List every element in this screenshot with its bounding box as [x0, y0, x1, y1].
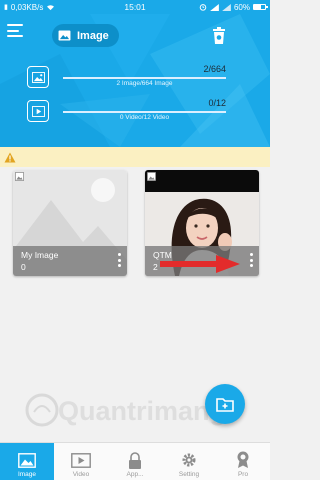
award-icon [237, 451, 249, 468]
image-icon [58, 30, 71, 41]
video-stats-row: 0/12 0 Video/12 Video [25, 98, 255, 126]
video-progress-bar [63, 111, 226, 113]
album-count: 0 [21, 262, 26, 272]
battery-fill [254, 5, 261, 9]
trash-icon[interactable] [212, 27, 226, 44]
album-name: My Image [21, 250, 59, 260]
nav-item-app[interactable]: App... [108, 443, 162, 480]
image-caption: 2 Image/664 Image [116, 80, 173, 87]
battery-icon [253, 4, 268, 10]
video-caption: 0 Video/12 Video [119, 114, 170, 121]
album-image-icon [15, 172, 24, 181]
more-options-icon[interactable] [117, 253, 121, 267]
image-progress-bar [63, 77, 226, 79]
album-footer: My Image 0 [13, 246, 127, 276]
bottom-navigation: Image Video App... Setting Pro [0, 442, 270, 480]
video-stats-icon [27, 100, 49, 122]
nav-label: Video [72, 471, 90, 478]
watermark-text: Quantrimang [58, 396, 226, 426]
annotation-arrow-icon [160, 255, 240, 273]
more-options-icon[interactable] [249, 253, 253, 267]
warning-banner[interactable] [0, 147, 270, 167]
status-bar: ▮ 0,03KB/s 15:01 60% [0, 0, 270, 14]
menu-bar [7, 35, 23, 37]
video-icon [71, 452, 91, 468]
nav-label: Setting [178, 471, 200, 478]
add-folder-button[interactable] [205, 384, 245, 424]
gear-icon [182, 453, 196, 467]
lock-icon [129, 451, 141, 469]
warning-icon [4, 152, 16, 162]
menu-button[interactable] [7, 24, 23, 37]
image-count: 2/664 [203, 64, 226, 74]
page-title: Image [77, 29, 109, 42]
app-header: Image 2/664 2 Image/664 Image 0/12 0 Vid… [0, 14, 270, 147]
menu-bar [7, 24, 23, 26]
album-card-my-image[interactable]: My Image 0 [13, 170, 127, 276]
image-stats-row: 2/664 2 Image/664 Image [25, 64, 255, 92]
menu-bar [7, 29, 19, 32]
image-icon [18, 452, 36, 468]
nav-item-setting[interactable]: Setting [162, 443, 216, 480]
nav-label: Image [17, 471, 37, 478]
nav-item-pro[interactable]: Pro [216, 443, 270, 480]
status-time: 15:01 [124, 2, 146, 12]
section-title-pill[interactable]: Image [52, 24, 119, 47]
album-image-icon [147, 172, 156, 181]
album-count: 2 [153, 262, 158, 272]
video-count: 0/12 [208, 98, 226, 108]
image-stats-icon [27, 66, 49, 88]
nav-item-video[interactable]: Video [54, 443, 108, 480]
add-folder-icon [216, 397, 234, 412]
nav-label: Pro [237, 471, 249, 478]
nav-item-image[interactable]: Image [0, 443, 54, 480]
nav-label: App... [126, 471, 144, 478]
